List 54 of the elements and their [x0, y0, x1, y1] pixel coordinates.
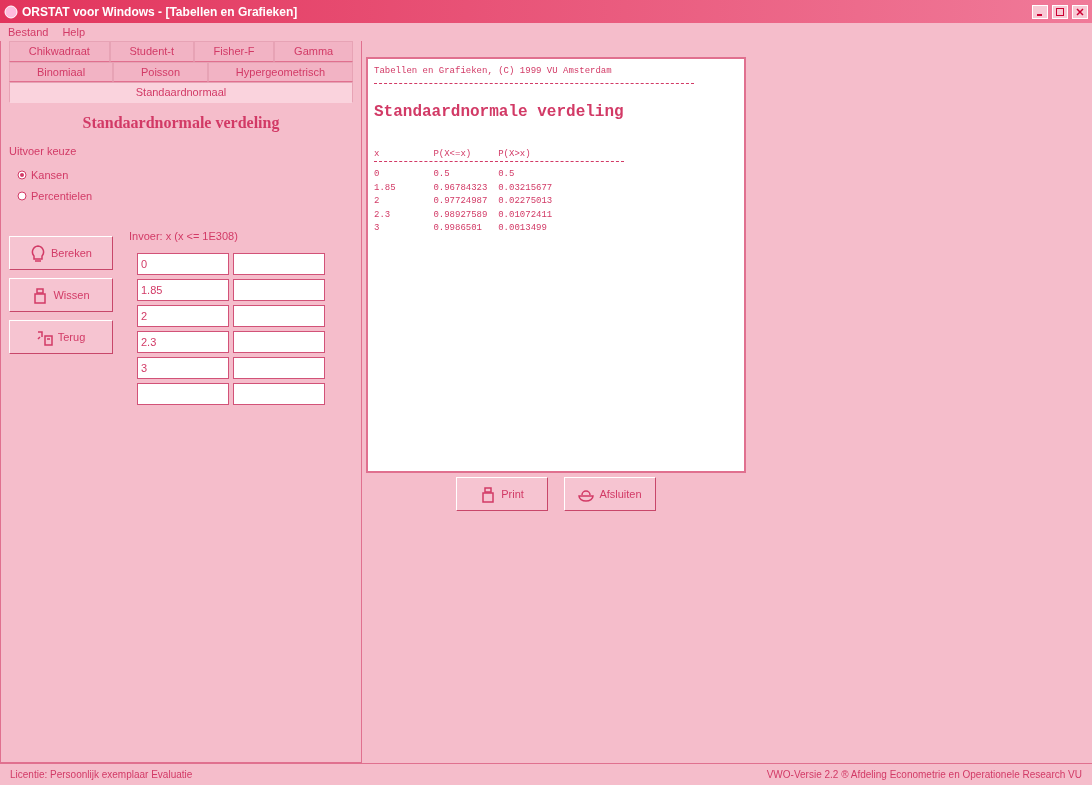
- input-field[interactable]: 0: [137, 252, 229, 275]
- tab[interactable]: Poisson: [113, 61, 208, 82]
- tab[interactable]: Binomiaal: [9, 61, 114, 82]
- action-button[interactable]: Bereken: [9, 236, 113, 270]
- radio-button[interactable]: [17, 190, 27, 201]
- app-icon: [4, 4, 18, 19]
- input-field[interactable]: 2: [137, 304, 229, 327]
- output-title: Standaardnormale verdeling: [374, 101, 625, 123]
- bottle-icon: [32, 286, 49, 304]
- table-row-text: 1.85 0.96784323 0.03215677: [374, 181, 554, 195]
- tab[interactable]: Chikwadraat: [9, 41, 110, 62]
- input-field[interactable]: 3: [137, 356, 229, 379]
- menu-item[interactable]: Bestand: [8, 23, 49, 41]
- result-field[interactable]: [233, 304, 325, 327]
- bottle-icon: [480, 485, 497, 503]
- result-field[interactable]: [233, 356, 325, 379]
- action-button[interactable]: Afsluiten: [564, 477, 656, 511]
- status-text: VWO-Versie 2.2 ® Afdeling Econometrie en Operationele Research VU: [766, 768, 1082, 782]
- menu-item[interactable]: Help: [62, 23, 85, 41]
- choice-label: Uitvoer keuze: [9, 143, 78, 159]
- table-row-text: 2.3 0.98927589 0.01072411: [374, 208, 554, 222]
- input-field[interactable]: 1.85: [137, 278, 229, 301]
- result-field[interactable]: [233, 278, 325, 301]
- maximize-icon: [1056, 8, 1064, 17]
- action-button[interactable]: Terug: [9, 320, 113, 354]
- input-label: Invoer: x (x <= 1E308): [129, 229, 239, 244]
- window-title: ORSTAT voor Windows - [Tabellen en Grafieken]: [22, 3, 298, 21]
- radio-button[interactable]: [17, 170, 27, 181]
- tab[interactable]: Standaardnormaal: [9, 82, 353, 103]
- input-field[interactable]: 2.3: [137, 330, 229, 353]
- tab[interactable]: Fisher-F: [193, 41, 275, 62]
- result-field[interactable]: [233, 252, 325, 275]
- status-text: Licentie: Persoonlijk exemplaar Evaluatie: [10, 768, 193, 782]
- action-button[interactable]: Print: [456, 477, 548, 511]
- result-field[interactable]: [233, 330, 325, 353]
- maximize-button[interactable]: [1052, 4, 1068, 19]
- output-header: Tabellen en Grafieken, (C) 1999 VU Amsterdam: [374, 65, 694, 84]
- close-icon: [1076, 8, 1084, 17]
- tab[interactable]: Student-t: [109, 41, 194, 62]
- bulb-icon: [30, 244, 46, 262]
- minimize-button[interactable]: [1032, 4, 1048, 19]
- table-header: x P(X<=x) P(X>x): [374, 147, 624, 162]
- input-field[interactable]: [137, 382, 229, 405]
- door-icon: [36, 328, 53, 346]
- table-row-text: 2 0.97724987 0.02275013: [374, 195, 554, 208]
- action-button[interactable]: Wissen: [9, 278, 113, 312]
- radio-label[interactable]: Percentielen: [31, 187, 93, 204]
- table-row-text: 0 0.5 0.5: [374, 168, 516, 181]
- result-field[interactable]: [233, 382, 325, 405]
- radio-label[interactable]: Kansen: [31, 167, 69, 184]
- panel-heading: Standaardnormale verdeling: [81, 112, 281, 134]
- table-row-text: 3 0.9986501 0.0013499: [374, 222, 548, 235]
- close-button[interactable]: [1072, 4, 1088, 19]
- tab[interactable]: Gamma: [274, 41, 353, 62]
